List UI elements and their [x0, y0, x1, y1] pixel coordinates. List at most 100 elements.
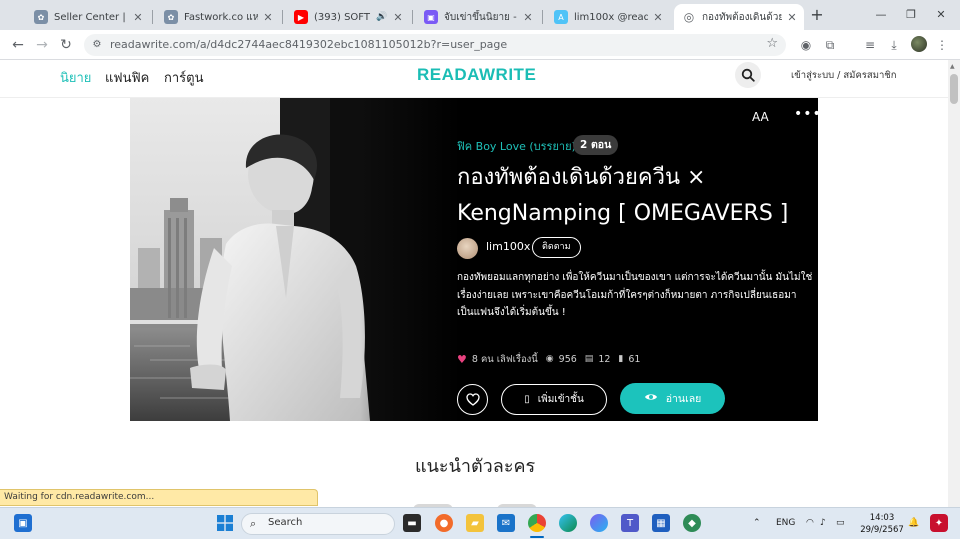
- shelf-count: 61: [628, 353, 641, 365]
- browser-tab-strip: ✿ Seller Center | Fastwo ✕ ✿ Fastwork.co…: [0, 0, 960, 30]
- audio-playing-icon[interactable]: 🔊: [376, 12, 388, 22]
- download-icon[interactable]: ⤓: [886, 37, 902, 53]
- wifi-icon[interactable]: ◠: [806, 518, 814, 528]
- nav-comic[interactable]: การ์ตูน: [164, 67, 203, 88]
- story-synopsis: กองทัพยอมแลกทุกอย่าง เพื่อให้ควีนมาเป็นข…: [457, 272, 813, 318]
- author-avatar[interactable]: [457, 238, 478, 259]
- firefox-icon[interactable]: ●: [435, 514, 453, 532]
- tab-title: Seller Center | Fastwo: [54, 11, 128, 23]
- readawrite-icon: A: [554, 10, 568, 24]
- task-view-icon[interactable]: ▣: [14, 514, 32, 532]
- file-explorer-dark-icon[interactable]: ▬: [403, 514, 421, 532]
- reading-list-icon[interactable]: ≡: [862, 37, 878, 53]
- mail-icon[interactable]: ✉: [497, 514, 515, 532]
- forward-button[interactable]: →: [32, 35, 52, 55]
- read-now-button[interactable]: อ่านเลย: [620, 383, 725, 414]
- store-icon[interactable]: ▦: [652, 514, 670, 532]
- menu-icon[interactable]: ⋮: [934, 37, 950, 53]
- close-tab-icon[interactable]: ✕: [652, 11, 664, 24]
- bookmark-star-icon[interactable]: ☆: [766, 36, 778, 51]
- site-header: นิยาย แฟนฟิค การ์ตูน READAWRITE เข้าสู่ร…: [0, 60, 948, 98]
- browser-tab[interactable]: A lim100x @readawrite ✕: [546, 4, 670, 30]
- story-genre[interactable]: ฟิค Boy Love (บรรยาย): [457, 137, 576, 155]
- close-tab-icon[interactable]: ✕: [262, 11, 274, 24]
- tab-title: (393) SOFT MUSI: [314, 11, 372, 23]
- clock-time: 14:03: [869, 513, 895, 523]
- incognito-icon[interactable]: ◉: [798, 37, 814, 53]
- read-now-label: อ่านเลย: [665, 393, 702, 405]
- battery-icon[interactable]: ▭: [836, 518, 845, 528]
- windows-taskbar: ▣ ⌕ Search ▬ ● ▰ ✉ T ▦ ◆ ⌃ ENG ◠ ♪ ▭ 14:…: [0, 507, 960, 539]
- story-stats: ♥ 8 คน เลิฟเรื่องนี้ ◉ 956 ▤ 12 ▮ 61: [457, 352, 640, 366]
- eye-icon: ◉: [545, 354, 554, 364]
- browser-tab[interactable]: ▶ (393) SOFT MUSI 🔊 ✕: [286, 4, 410, 30]
- nav-fanfic[interactable]: แฟนฟิค: [105, 67, 149, 88]
- clock-date: 29/9/2567: [860, 525, 904, 535]
- bookshelf-icon: ▮: [618, 354, 624, 364]
- address-bar[interactable]: ⚙ readawrite.com/a/d4dc2744aec8419302ebc…: [84, 34, 786, 56]
- story-hero: AA ••• ฟิค Boy Love (บรรยาย) 2 ตอน กองทั…: [130, 98, 818, 421]
- cover-fade-overlay: [360, 98, 460, 421]
- close-tab-icon[interactable]: ✕: [786, 11, 798, 24]
- chrome-icon[interactable]: [528, 514, 546, 532]
- more-options-icon[interactable]: •••: [794, 106, 818, 122]
- minimize-button[interactable]: —: [866, 6, 896, 24]
- eye-icon: [644, 392, 658, 405]
- scroll-up-icon[interactable]: ▲: [950, 63, 955, 70]
- comment-icon: ▤: [584, 354, 594, 364]
- comments-count: 12: [598, 353, 611, 365]
- language-indicator[interactable]: ENG: [776, 518, 795, 528]
- font-size-tool[interactable]: AA: [752, 110, 769, 124]
- browser-tab-active[interactable]: ◎ กองทัพต้องเดินด้วยควีน ✕: [674, 4, 804, 30]
- likes-count: 8 คน เลิฟเรื่องนี้: [471, 353, 538, 365]
- like-button[interactable]: [457, 384, 488, 415]
- scrollbar-thumb[interactable]: [950, 74, 958, 104]
- nav-novel[interactable]: นิยาย: [60, 67, 91, 88]
- reload-button[interactable]: ↻: [56, 35, 76, 55]
- tray-overflow-icon[interactable]: ⌃: [753, 518, 761, 528]
- new-tab-button[interactable]: +: [808, 6, 826, 24]
- start-button[interactable]: [216, 514, 234, 532]
- file-explorer-icon[interactable]: ▰: [466, 514, 484, 532]
- close-tab-icon[interactable]: ✕: [132, 11, 144, 24]
- browser-tab[interactable]: ✿ Seller Center | Fastwo ✕: [26, 4, 150, 30]
- teams-icon[interactable]: T: [621, 514, 639, 532]
- maximize-button[interactable]: ❐: [896, 6, 926, 24]
- windows-logo-icon: [217, 515, 233, 531]
- site-info-icon[interactable]: ⚙: [90, 38, 104, 52]
- edge-icon[interactable]: [559, 514, 577, 532]
- taskbar-search[interactable]: ⌕ Search: [241, 513, 395, 535]
- close-window-button[interactable]: ✕: [926, 6, 956, 24]
- taskbar-clock[interactable]: 14:03 29/9/2567: [860, 512, 904, 536]
- widget-icon[interactable]: ✦: [930, 514, 948, 532]
- add-to-shelf-button[interactable]: ▯ เพิ่มเข้าชั้น: [501, 384, 607, 415]
- taskbar-search-placeholder: Search: [268, 517, 303, 528]
- notification-bell-icon[interactable]: 🔔: [908, 518, 919, 528]
- author-name[interactable]: lim100x: [486, 240, 530, 253]
- url-text[interactable]: readawrite.com/a/d4dc2744aec8419302ebc10…: [110, 34, 507, 56]
- profile-avatar[interactable]: [911, 36, 927, 52]
- login-register-link[interactable]: เข้าสู่ระบบ / สมัครสมาชิก: [791, 68, 897, 83]
- book-icon: ▯: [524, 394, 530, 405]
- close-tab-icon[interactable]: ✕: [522, 11, 534, 24]
- search-button[interactable]: [735, 62, 761, 88]
- back-button[interactable]: ←: [8, 35, 28, 55]
- volume-icon[interactable]: ♪: [820, 518, 826, 528]
- tab-title: จับเข่าขึ้นนิยาย - Presenta: [444, 11, 518, 23]
- search-icon: [741, 68, 755, 82]
- heart-outline-icon: [465, 393, 480, 406]
- browser-tab[interactable]: ✿ Fastwork.co แหล่งรวมฟ ✕: [156, 4, 280, 30]
- close-tab-icon[interactable]: ✕: [392, 11, 404, 24]
- page-scrollbar[interactable]: ▲: [948, 60, 960, 507]
- browser-toolbar: ← → ↻ ⚙ readawrite.com/a/d4dc2744aec8419…: [0, 30, 960, 60]
- extensions-icon[interactable]: ⧉: [822, 37, 838, 53]
- episode-count-badge: 2 ตอน: [573, 135, 619, 155]
- follow-button[interactable]: ติดตาม: [532, 237, 581, 258]
- slides-icon: ▣: [424, 10, 438, 24]
- copilot-icon[interactable]: [590, 514, 608, 532]
- story-cover-image: [130, 98, 460, 421]
- browser-tab[interactable]: ▣ จับเข่าขึ้นนิยาย - Presenta ✕: [416, 4, 540, 30]
- readawrite-logo[interactable]: READAWRITE: [417, 65, 536, 85]
- chrome-active-indicator: [530, 536, 544, 538]
- app-globe-icon[interactable]: ◆: [683, 514, 701, 532]
